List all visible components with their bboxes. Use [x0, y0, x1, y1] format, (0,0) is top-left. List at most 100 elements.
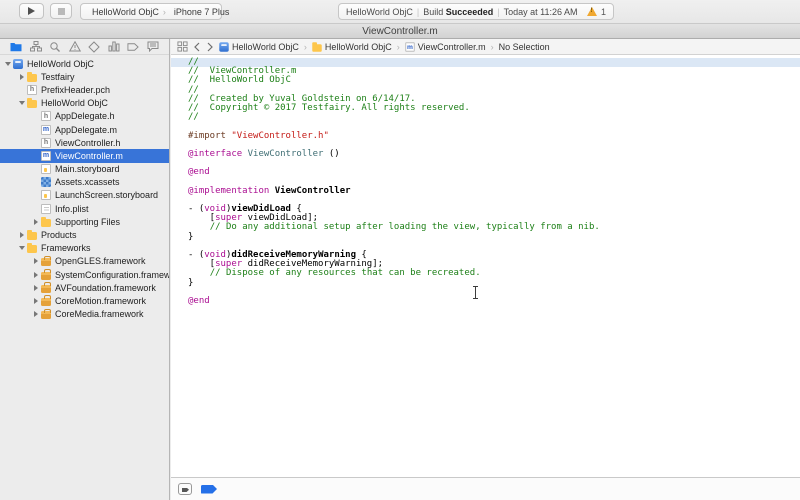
disclosure-triangle-icon[interactable]	[32, 218, 40, 226]
issue-navigator-icon[interactable]	[69, 41, 81, 53]
tree-row[interactable]: CoreMedia.framework	[0, 308, 169, 321]
folder-icon	[27, 100, 37, 108]
tree-row[interactable]: Assets.xcassets	[0, 176, 169, 189]
stop-button[interactable]	[50, 3, 72, 19]
disclosure-spacer	[32, 205, 40, 213]
code-line[interactable]: // HelloWorld ObjC	[188, 76, 800, 85]
tree-row-label: ViewController.m	[55, 151, 123, 161]
related-items-icon[interactable]	[177, 41, 188, 52]
header-file-icon: h	[41, 138, 51, 148]
disclosure-triangle-icon[interactable]	[32, 257, 40, 265]
tree-row[interactable]: CoreMotion.framework	[0, 294, 169, 307]
editor-bottom-bar	[171, 477, 800, 500]
tree-row[interactable]: LaunchScreen.storyboard	[0, 189, 169, 202]
tree-row[interactable]: SystemConfiguration.framework	[0, 268, 169, 281]
symbol-navigator-icon[interactable]	[30, 41, 42, 53]
code-line[interactable]: #import "ViewController.h"	[188, 132, 800, 141]
disclosure-triangle-icon[interactable]	[18, 73, 26, 81]
tree-row[interactable]: mViewController.m	[0, 149, 169, 162]
disclosure-triangle-icon[interactable]	[18, 231, 26, 239]
toolbar: HelloWorld ObjC › iPhone 7 Plus HelloWor…	[0, 0, 800, 23]
scheme-project-label[interactable]: HelloWorld ObjC	[92, 7, 159, 17]
debug-navigator-icon[interactable]	[108, 41, 120, 53]
code-line[interactable]: }	[188, 279, 800, 288]
disclosure-triangle-icon[interactable]	[18, 99, 26, 107]
code-line[interactable]: @end	[188, 168, 800, 177]
tree-row-label: HelloWorld ObjC	[41, 98, 108, 108]
navigator-tab-bar	[0, 39, 169, 55]
jump-bar-crumb[interactable]: No Selection	[499, 42, 550, 52]
folder-icon	[41, 219, 51, 227]
header-file-icon: h	[41, 111, 51, 121]
tree-row-label: SystemConfiguration.framework	[55, 270, 169, 280]
disclosure-spacer	[32, 126, 40, 134]
jump-bar-crumb[interactable]: HelloWorld ObjC	[312, 42, 392, 52]
window-title: ViewController.m	[362, 26, 437, 37]
disclosure-spacer	[18, 86, 26, 94]
code-line[interactable]: @interface ViewController ()	[188, 150, 800, 159]
tree-row[interactable]: Products	[0, 228, 169, 241]
disclosure-triangle-icon[interactable]	[32, 297, 40, 305]
disclosure-triangle-icon[interactable]	[18, 244, 26, 252]
status-project-label: HelloWorld ObjC	[346, 7, 413, 17]
disclosure-triangle-icon[interactable]	[4, 60, 12, 68]
tree-row[interactable]: Frameworks	[0, 242, 169, 255]
project-navigator-icon[interactable]	[10, 41, 22, 53]
find-navigator-icon[interactable]	[49, 41, 61, 53]
report-navigator-icon[interactable]	[147, 41, 159, 53]
jump-bar-crumb-label: No Selection	[499, 42, 550, 52]
tree-row[interactable]: HelloWorld ObjC	[0, 57, 169, 70]
tree-row[interactable]: mAppDelegate.m	[0, 123, 169, 136]
storyboard-file-icon	[41, 164, 51, 174]
tree-row[interactable]: hAppDelegate.h	[0, 110, 169, 123]
destination-label[interactable]: iPhone 7 Plus	[174, 7, 230, 17]
code-line[interactable]: @implementation ViewController	[188, 187, 800, 196]
forward-chevron-icon[interactable]	[206, 42, 214, 52]
code-line[interactable]	[188, 288, 800, 297]
breakpoint-gutter-toggle-icon[interactable]	[178, 483, 192, 495]
code-editor-text[interactable]: //// ViewController.m// HelloWorld ObjC/…	[171, 56, 800, 477]
tree-row[interactable]: Info.plist	[0, 202, 169, 215]
breakpoint-icon[interactable]	[201, 485, 217, 494]
tree-row[interactable]: HelloWorld ObjC	[0, 97, 169, 110]
warning-count[interactable]: 1	[601, 7, 606, 17]
scheme-selector[interactable]: HelloWorld ObjC › iPhone 7 Plus	[80, 3, 222, 20]
tree-row[interactable]: hViewController.h	[0, 136, 169, 149]
chevron-separator: ›	[397, 42, 400, 52]
code-line[interactable]: }	[188, 233, 800, 242]
xcode-window: HelloWorld ObjC › iPhone 7 Plus HelloWor…	[0, 0, 800, 500]
run-button[interactable]	[19, 3, 44, 19]
tree-row[interactable]: Testfairy	[0, 70, 169, 83]
back-chevron-icon[interactable]	[193, 42, 201, 52]
tree-row-label: Main.storyboard	[55, 164, 120, 174]
code-line[interactable]: // Dispose of any resources that can be …	[188, 269, 800, 278]
warning-icon[interactable]	[587, 7, 597, 16]
tree-row[interactable]: Main.storyboard	[0, 163, 169, 176]
code-line[interactable]: // Do any additional setup after loading…	[188, 223, 800, 232]
code-line[interactable]	[188, 159, 800, 168]
project-file-tree: HelloWorld ObjCTestfairyhPrefixHeader.pc…	[0, 55, 169, 500]
breakpoint-navigator-icon[interactable]	[127, 41, 139, 53]
tree-row[interactable]: AVFoundation.framework	[0, 281, 169, 294]
disclosure-triangle-icon[interactable]	[32, 310, 40, 318]
stop-icon	[58, 8, 65, 15]
storyboard-file-icon	[41, 190, 51, 200]
disclosure-triangle-icon[interactable]	[32, 284, 40, 292]
code-line[interactable]: // Copyright © 2017 Testfairy. All right…	[188, 104, 800, 113]
folder-icon	[27, 74, 37, 82]
code-line[interactable]: @end	[188, 297, 800, 306]
disclosure-triangle-icon[interactable]	[32, 271, 40, 279]
tree-row[interactable]: Supporting Files	[0, 215, 169, 228]
window-titlebar: ViewController.m	[0, 23, 800, 39]
code-line[interactable]: //	[188, 113, 800, 122]
asset-catalog-icon	[41, 177, 51, 187]
tree-row-label: Supporting Files	[55, 217, 120, 227]
tree-row[interactable]: OpenGLES.framework	[0, 255, 169, 268]
tree-row[interactable]: hPrefixHeader.pch	[0, 83, 169, 96]
folder-icon	[312, 44, 322, 51]
test-navigator-icon[interactable]	[88, 41, 100, 53]
disclosure-spacer	[32, 112, 40, 120]
jump-bar-crumb[interactable]: mViewController.m	[405, 42, 486, 52]
jump-bar-crumb[interactable]: HelloWorld ObjC	[219, 42, 299, 52]
disclosure-spacer	[32, 165, 40, 173]
